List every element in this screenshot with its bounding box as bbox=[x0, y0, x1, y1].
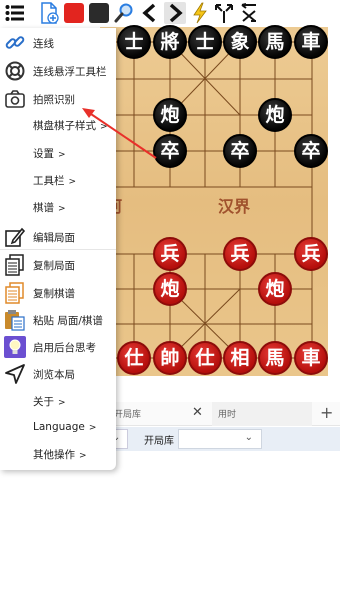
menu-item-label: 连线悬浮工具栏 bbox=[33, 66, 107, 78]
link-icon bbox=[4, 32, 26, 54]
menu-item-game-record[interactable]: 棋谱 > bbox=[0, 194, 116, 220]
menu-item-copy-record[interactable]: 复制棋谱 bbox=[0, 280, 116, 306]
red-advisor-piece[interactable]: 仕 bbox=[188, 341, 222, 375]
menu-item-label: 拍照识别 bbox=[33, 94, 75, 106]
black-horse-piece[interactable]: 馬 bbox=[258, 25, 292, 59]
red-chariot-piece[interactable]: 車 bbox=[294, 341, 328, 375]
close-tab-icon[interactable]: ✕ bbox=[192, 405, 203, 420]
copy-position-icon bbox=[4, 254, 26, 276]
new-file-icon[interactable] bbox=[38, 2, 60, 24]
menu-item-label: 浏览本局 bbox=[33, 369, 75, 381]
black-soldier-piece[interactable]: 卒 bbox=[153, 134, 187, 168]
menu-item-label: 棋盘棋子样式 > bbox=[33, 120, 108, 132]
menu-item-toolbar[interactable]: 工具栏 > bbox=[0, 167, 116, 193]
red-square-icon[interactable] bbox=[63, 2, 85, 24]
black-cannon-piece[interactable]: 炮 bbox=[258, 98, 292, 132]
paste-icon bbox=[4, 309, 26, 331]
red-general-piece[interactable]: 帥 bbox=[153, 341, 187, 375]
tab-time-used-label: 用时 bbox=[218, 410, 237, 420]
opening-book-select[interactable]: ⌄ bbox=[178, 429, 262, 449]
menu-item-label: 启用后台思考 bbox=[33, 342, 96, 354]
menu-item-label: 设置 > bbox=[33, 148, 66, 160]
menu-item-settings[interactable]: 设置 > bbox=[0, 140, 116, 166]
black-elephant-piece[interactable]: 象 bbox=[223, 25, 257, 59]
chevron-down-icon: ⌄ bbox=[244, 432, 253, 443]
swap-icon[interactable] bbox=[238, 2, 260, 24]
menu-item-paste[interactable]: 粘贴 局面/棋谱 bbox=[0, 307, 116, 333]
tab-opening-book[interactable]: 开局库 bbox=[114, 407, 141, 420]
red-soldier-piece[interactable]: 兵 bbox=[294, 237, 328, 271]
menu-item-label: 复制棋谱 bbox=[33, 288, 75, 300]
menu-item-language[interactable]: Language > bbox=[0, 415, 116, 441]
lightbulb-icon bbox=[4, 336, 26, 358]
menu-item-connect[interactable]: 连线 bbox=[0, 30, 116, 56]
black-soldier-piece[interactable]: 卒 bbox=[294, 134, 328, 168]
menu-item-copy-position[interactable]: 复制局面 bbox=[0, 252, 116, 278]
menu-item-about[interactable]: 关于 > bbox=[0, 388, 116, 414]
red-soldier-piece[interactable]: 兵 bbox=[153, 237, 187, 271]
menu-item-photo-recognition[interactable]: 拍照识别 bbox=[0, 86, 116, 112]
menu-item-label: 编辑局面 bbox=[33, 232, 75, 244]
forward-icon[interactable] bbox=[164, 2, 186, 24]
menu-item-label: 其他操作 > bbox=[33, 449, 87, 461]
opening-book-label: 开局库 bbox=[144, 436, 174, 447]
options-row: ⌄ 开局库 ⌄ bbox=[100, 427, 340, 451]
tab-time-used[interactable]: 用时 bbox=[212, 402, 312, 426]
black-cannon-piece[interactable]: 炮 bbox=[153, 98, 187, 132]
back-icon[interactable] bbox=[139, 2, 161, 24]
menu-item-board-style[interactable]: 棋盘棋子样式 > bbox=[0, 112, 116, 138]
river-text-right: 汉界 bbox=[218, 197, 251, 216]
red-advisor-piece[interactable]: 仕 bbox=[117, 341, 151, 375]
menu-item-browse-game[interactable]: 浏览本局 bbox=[0, 361, 116, 387]
panel-tab-bar: 开局库 ✕ 用时 + bbox=[100, 402, 340, 426]
camera-icon bbox=[4, 88, 26, 110]
flip-icon[interactable] bbox=[213, 2, 235, 24]
red-cannon-piece[interactable]: 炮 bbox=[153, 272, 187, 306]
red-cannon-piece[interactable]: 炮 bbox=[258, 272, 292, 306]
black-advisor-piece[interactable]: 士 bbox=[117, 25, 151, 59]
menu-icon[interactable] bbox=[4, 2, 26, 24]
navigate-icon bbox=[4, 363, 26, 385]
menu-item-label: 复制局面 bbox=[33, 260, 75, 272]
add-tab-button[interactable]: + bbox=[320, 403, 333, 422]
lightning-icon[interactable] bbox=[189, 2, 211, 24]
menu-item-label: 棋谱 > bbox=[33, 202, 66, 214]
board-grid bbox=[100, 41, 313, 359]
menu-item-label: Language > bbox=[33, 421, 97, 433]
black-chariot-piece[interactable]: 車 bbox=[294, 25, 328, 59]
menu-item-label: 连线 bbox=[33, 38, 54, 50]
menu-item-other-actions[interactable]: 其他操作 > bbox=[0, 441, 116, 467]
chess-board[interactable]: 河 汉界 士 將 士 象 馬 車 炮 炮 卒 卒 卒 兵 兵 兵 炮 炮 仕 帥… bbox=[100, 25, 328, 376]
floating-toolbar-icon bbox=[4, 60, 26, 82]
black-square-icon[interactable] bbox=[88, 2, 110, 24]
black-advisor-piece[interactable]: 士 bbox=[188, 25, 222, 59]
red-elephant-piece[interactable]: 相 bbox=[223, 341, 257, 375]
red-soldier-piece[interactable]: 兵 bbox=[223, 237, 257, 271]
black-soldier-piece[interactable]: 卒 bbox=[223, 134, 257, 168]
menu-item-background-thinking[interactable]: 启用后台思考 bbox=[0, 334, 116, 360]
red-horse-piece[interactable]: 馬 bbox=[258, 341, 292, 375]
copy-record-icon bbox=[4, 282, 26, 304]
menu-item-label: 粘贴 局面/棋谱 bbox=[33, 315, 103, 327]
search-icon[interactable] bbox=[113, 2, 135, 24]
menu-item-edit-position[interactable]: 编辑局面 bbox=[0, 224, 116, 250]
side-menu: 连线 连线悬浮工具栏 拍照识别 棋盘棋子样式 > 设置 > 工具栏 > 棋谱 >… bbox=[0, 28, 116, 470]
menu-item-label: 关于 > bbox=[33, 396, 66, 408]
black-general-piece[interactable]: 將 bbox=[153, 25, 187, 59]
edit-icon bbox=[4, 226, 26, 248]
top-toolbar bbox=[0, 0, 340, 28]
menu-item-label: 工具栏 > bbox=[33, 175, 77, 187]
menu-item-floating-toolbar[interactable]: 连线悬浮工具栏 bbox=[0, 58, 116, 84]
